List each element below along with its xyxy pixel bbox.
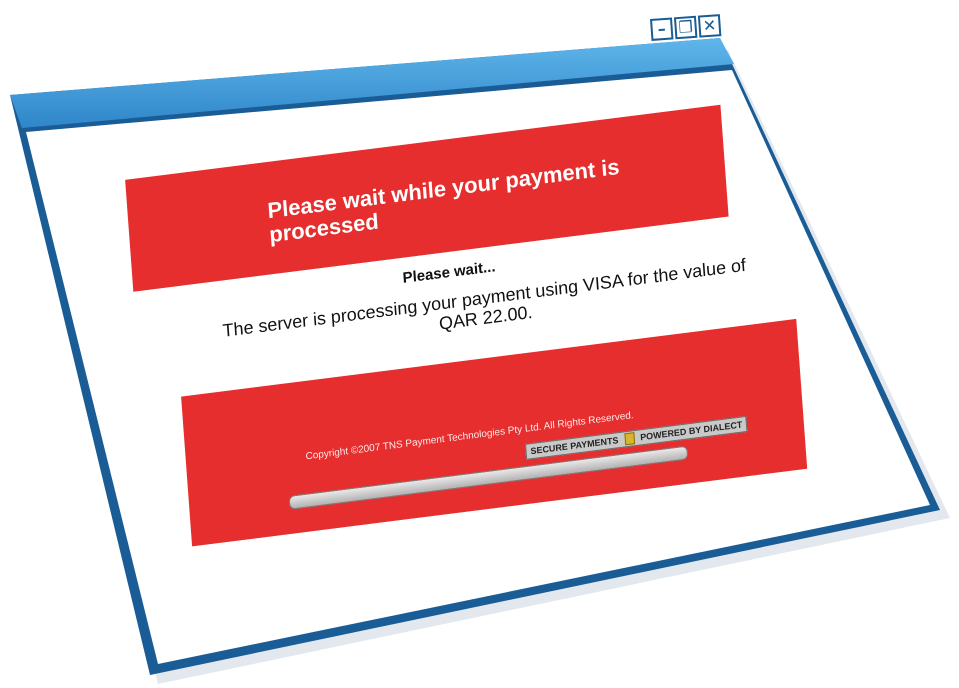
lock-icon — [623, 432, 635, 446]
page-content: Please wait while your payment is proces… — [120, 20, 869, 580]
header-banner: Please wait while your payment is proces… — [125, 104, 729, 292]
browser-window: – ❐ ✕ Please wait while your payment is … — [0, 0, 959, 688]
minimize-icon[interactable]: – — [650, 17, 674, 41]
page-title: Please wait while your payment is proces… — [266, 153, 621, 248]
powered-by-label: POWERED BY DIALECT — [639, 419, 743, 443]
wait-heading: Please wait... — [402, 258, 496, 287]
restore-icon[interactable]: ❐ — [673, 15, 698, 40]
